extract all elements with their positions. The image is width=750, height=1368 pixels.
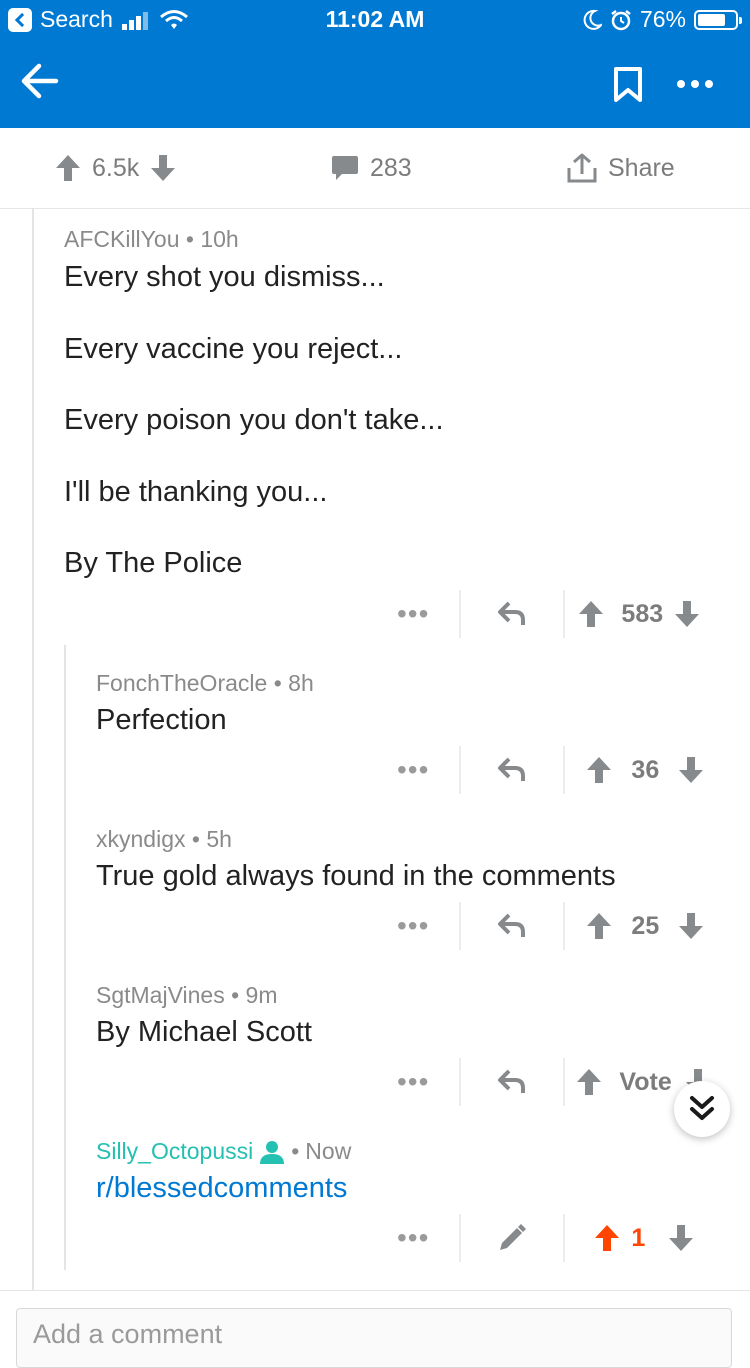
share-label: Share (608, 153, 675, 182)
comment-actions: ••• 25 (394, 901, 724, 951)
post-score: 6.5k (92, 153, 140, 182)
more-icon[interactable]: ••• (397, 600, 429, 628)
divider (459, 746, 462, 794)
downvote-icon[interactable] (149, 153, 177, 183)
comment-actions: ••• 1 (394, 1213, 724, 1263)
comment-meta: xkyndigx • 5h (96, 826, 232, 852)
divider (459, 1058, 462, 1106)
more-icon[interactable]: ••• (397, 756, 429, 784)
bookmark-icon[interactable] (613, 66, 643, 104)
comment-meta: FonchTheOracle • 8h (96, 670, 314, 696)
comment-score: 1 (631, 1223, 646, 1252)
upvote-icon[interactable] (585, 755, 613, 785)
reply-icon[interactable] (497, 912, 527, 940)
more-icon[interactable]: ••• (397, 1068, 429, 1096)
battery-icon (694, 9, 742, 30)
upvote-icon[interactable] (577, 599, 605, 629)
more-icon[interactable]: ••• (397, 1224, 429, 1252)
divider (0, 1290, 750, 1291)
upvote-icon-active[interactable] (593, 1223, 621, 1253)
status-right: 76% (582, 6, 742, 33)
post-comments-button[interactable]: 283 (330, 128, 412, 208)
divider (563, 902, 566, 950)
comment-body-line: Perfection (96, 704, 227, 736)
reply-icon[interactable] (497, 1068, 527, 1096)
post-action-bar: 6.5k 283 Share (0, 128, 750, 209)
comment-icon (332, 156, 358, 180)
post-comment-count: 283 (370, 153, 412, 182)
comment-author[interactable]: FonchTheOracle (96, 670, 267, 696)
comment-body-line: By Michael Scott (96, 1016, 312, 1048)
divider (563, 1058, 566, 1106)
downvote-icon[interactable] (677, 755, 705, 785)
reply-icon[interactable] (497, 756, 527, 784)
comment-author[interactable]: AFCKillYou (64, 226, 179, 252)
edit-icon[interactable] (497, 1223, 527, 1253)
app-header: Search 11:02 AM 76% (0, 0, 750, 128)
post-vote-group: 6.5k (54, 128, 177, 208)
upvote-icon[interactable] (585, 911, 613, 941)
thread-rail-level-1 (32, 208, 34, 1290)
user-icon (260, 1140, 285, 1164)
moon-icon (583, 9, 602, 30)
comment-age: 8h (288, 670, 314, 696)
comment-actions: ••• 36 (394, 745, 724, 795)
comment-body-line: Every vaccine you reject... (64, 333, 403, 365)
comment-age: 9m (245, 982, 278, 1008)
comment-score: 25 (631, 911, 660, 940)
divider (563, 1214, 566, 1262)
share-icon (567, 153, 597, 183)
divider (459, 1214, 462, 1262)
divider (459, 590, 462, 638)
comment-age: Now (305, 1138, 352, 1164)
upvote-icon[interactable] (54, 153, 82, 183)
downvote-icon[interactable] (673, 599, 701, 629)
comment-score: 36 (631, 755, 660, 784)
comment-age: 5h (206, 826, 232, 852)
comment-meta: Silly_Octopussi • Now (96, 1138, 352, 1165)
comment-author[interactable]: xkyndigx (96, 826, 185, 852)
thread-rail-level-2 (64, 645, 66, 1270)
comment-author[interactable]: SgtMajVines (96, 982, 225, 1008)
divider (563, 590, 566, 638)
comment-author-op[interactable]: Silly_Octopussi (96, 1138, 253, 1165)
comment-body-line: Every shot you dismiss... (64, 261, 385, 293)
more-icon[interactable]: ••• (397, 912, 429, 940)
divider (563, 746, 566, 794)
comment-body-line: True gold always found in the comments (96, 860, 616, 892)
more-icon[interactable] (676, 78, 714, 90)
upvote-icon[interactable] (575, 1067, 603, 1097)
comment-meta: AFCKillYou • 10h (64, 226, 239, 252)
reply-icon[interactable] (497, 600, 527, 628)
comment-score: Vote (619, 1067, 672, 1096)
comment-age: 10h (200, 226, 239, 252)
comment-body-line: I'll be thanking you... (64, 476, 328, 508)
alarm-icon (611, 9, 631, 30)
divider (459, 902, 462, 950)
comment-actions: ••• 583 (394, 589, 724, 639)
comment-meta: SgtMajVines • 9m (96, 982, 278, 1008)
scroll-down-button[interactable] (674, 1081, 730, 1137)
comment-body-line: Every poison you don't take... (64, 404, 444, 436)
battery-percent: 76% (639, 6, 686, 32)
add-comment-input[interactable]: Add a comment (16, 1308, 732, 1368)
downvote-icon[interactable] (667, 1223, 695, 1253)
comment-body-link[interactable]: r/blessedcomments (96, 1171, 347, 1206)
comment-score: 583 (621, 599, 664, 628)
comment-body-line: By The Police (64, 547, 243, 579)
scroll-down-icon (690, 1096, 714, 1120)
post-share-button[interactable]: Share (566, 128, 675, 208)
back-arrow-icon[interactable] (20, 62, 60, 100)
downvote-icon[interactable] (677, 911, 705, 941)
